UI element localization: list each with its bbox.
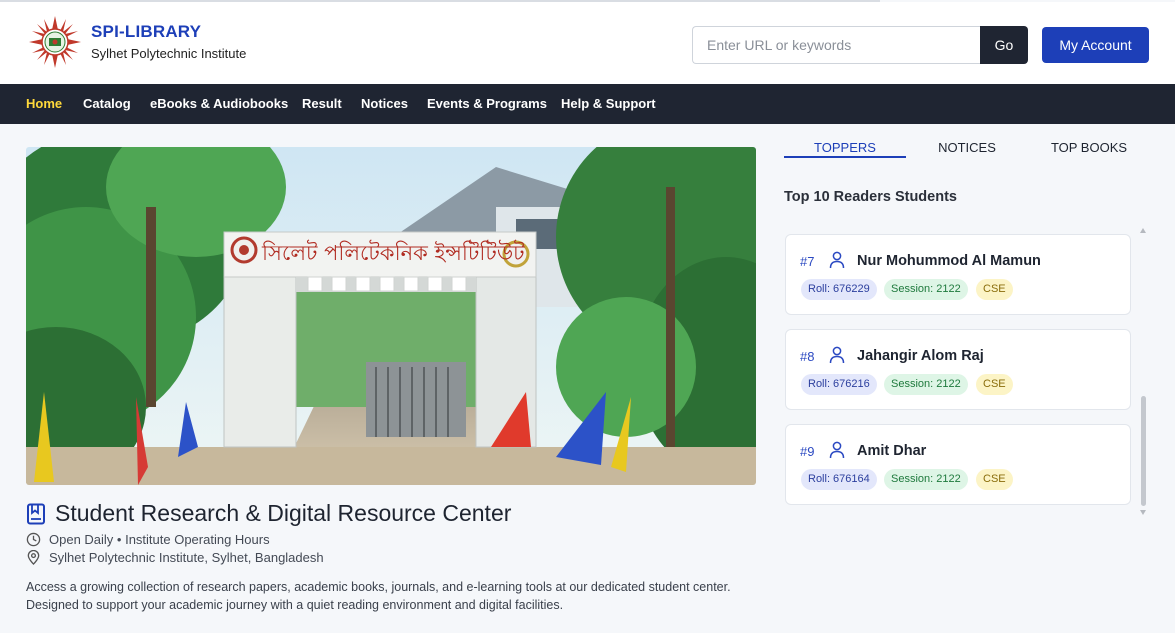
reader-name: Amit Dhar [857,443,927,459]
center-description: Access a growing collection of research … [26,580,731,612]
nav-item-help-support[interactable]: Help & Support [561,96,656,111]
session-badge: Session: 2122 [884,469,968,490]
roll-badge: Roll: 676229 [801,279,877,300]
reader-card[interactable]: #8 Jahangir Alom Raj Roll: 676216 Sessio… [785,329,1131,410]
nav-item-home[interactable]: Home [26,96,62,111]
hours-row: Open Daily • Institute Operating Hours [26,532,270,547]
clock-icon [26,532,41,547]
active-tab-indicator [784,156,906,158]
center-title: Student Research & Digital Resource Cent… [55,500,512,526]
book-icon [27,503,45,525]
roll-badge: Roll: 676164 [801,469,877,490]
go-button[interactable]: Go [980,26,1028,64]
user-icon [829,346,845,364]
nav-item-notices[interactable]: Notices [361,96,408,111]
user-icon [829,441,845,459]
institute-logo[interactable] [29,16,81,68]
opening-hours-text: Open Daily • Institute Operating Hours [49,532,270,547]
top-readers-heading: Top 10 Readers Students [784,189,957,205]
reader-name: Nur Mohummod Al Mamun [857,253,1041,269]
brand-title[interactable]: SPI-LIBRARY [91,22,201,42]
scrollbar-thumb[interactable] [1141,396,1146,506]
site-header: SPI-LIBRARY Sylhet Polytechnic Institute… [0,2,1175,84]
gate-sign-text: সিলেট পলিটেকনিক ইন্সটিটিউট [261,240,525,265]
session-badge: Session: 2122 [884,374,968,395]
reader-rank: #8 [800,349,815,364]
user-icon [829,251,845,269]
reader-rank: #9 [800,444,815,459]
reader-rank: #7 [800,254,815,269]
session-badge: Session: 2122 [884,279,968,300]
reader-card[interactable]: #9 Amit Dhar Roll: 676164 Session: 2122 … [785,424,1131,505]
my-account-button[interactable]: My Account [1042,27,1149,63]
main-navbar: Home Catalog eBooks & Audiobooks Result … [0,84,1175,124]
nav-item-events-programs[interactable]: Events & Programs [427,96,547,111]
hero-image: সিলেট পলিটেকনিক ইন্সটিটিউট [26,147,756,485]
department-badge: CSE [976,374,1013,395]
department-badge: CSE [976,469,1013,490]
roll-badge: Roll: 676216 [801,374,877,395]
nav-item-ebooks-audiobooks[interactable]: eBooks & Audiobooks [150,96,288,111]
search-input[interactable] [692,26,981,64]
map-pin-icon [27,550,40,565]
tab-top-books[interactable]: TOP BOOKS [1028,140,1150,155]
tab-toppers[interactable]: TOPPERS [784,140,906,155]
reader-card[interactable]: #7 Nur Mohummod Al Mamun Roll: 676229 Se… [785,234,1131,315]
reader-name: Jahangir Alom Raj [857,348,984,364]
nav-item-catalog[interactable]: Catalog [83,96,131,111]
tab-notices[interactable]: NOTICES [906,140,1028,155]
brand-subtitle: Sylhet Polytechnic Institute [91,46,247,61]
nav-item-result[interactable]: Result [302,96,342,111]
location-row: Sylhet Polytechnic Institute, Sylhet, Ba… [26,550,324,565]
department-badge: CSE [976,279,1013,300]
location-text: Sylhet Polytechnic Institute, Sylhet, Ba… [49,550,324,565]
